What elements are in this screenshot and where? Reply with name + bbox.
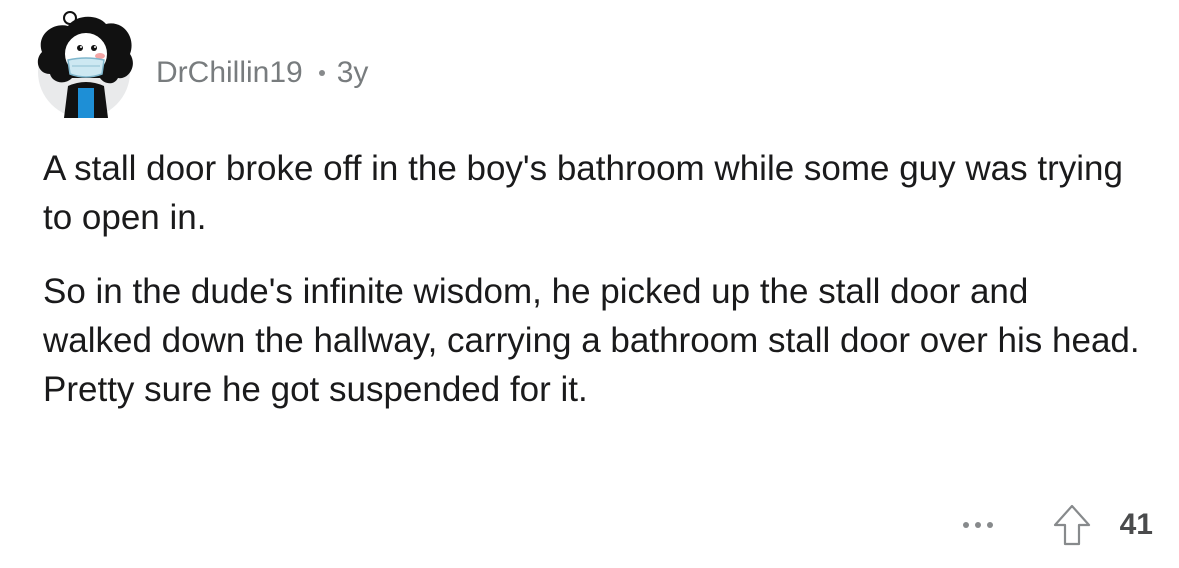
- comment-actions: 41: [960, 500, 1153, 550]
- comment-meta: DrChillin19 3y: [156, 56, 368, 90]
- more-options-icon: [962, 522, 969, 528]
- snoo-avatar-icon: [37, 11, 133, 118]
- avatar[interactable]: [34, 8, 134, 118]
- vote-score: 41: [1119, 508, 1153, 541]
- separator-dot: [318, 70, 325, 76]
- comment-header: DrChillin19 3y: [34, 8, 368, 118]
- comment-body: A stall door broke off in the boy's bath…: [43, 144, 1143, 439]
- username[interactable]: DrChillin19: [156, 56, 303, 90]
- upvote-arrow-icon: [1053, 504, 1090, 546]
- more-options-button[interactable]: [960, 522, 996, 528]
- upvote-button[interactable]: [1052, 503, 1092, 547]
- comment-paragraph: A stall door broke off in the boy's bath…: [43, 149, 1123, 237]
- comment-paragraph: So in the dude's infinite wisdom, he pic…: [43, 272, 1140, 409]
- comment-age: 3y: [336, 56, 369, 89]
